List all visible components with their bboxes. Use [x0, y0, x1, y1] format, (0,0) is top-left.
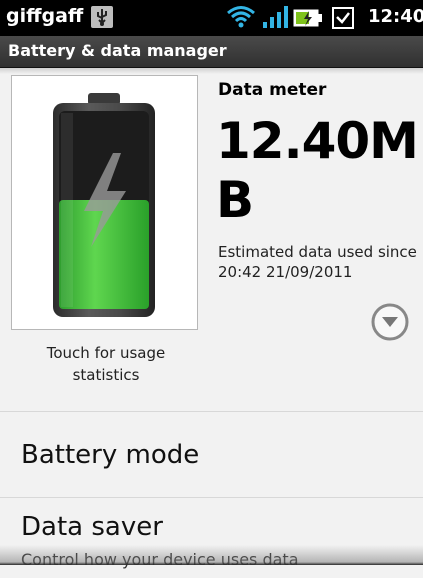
status-bar: giffgaff 12:40: [0, 0, 423, 36]
data-meter-heading: Data meter: [218, 80, 327, 100]
data-saver-label: Data saver: [21, 512, 163, 542]
battery-usage-card[interactable]: [11, 75, 198, 330]
title-bar: Battery & data manager: [0, 36, 423, 68]
notification-check-icon: [332, 7, 354, 29]
battery-icon: [53, 93, 155, 317]
signal-icon: [263, 6, 288, 28]
usage-statistics-caption[interactable]: Touch for usage statistics: [11, 342, 201, 386]
carrier-name: giffgaff: [6, 5, 84, 27]
wifi-icon: [227, 6, 255, 28]
battery-mode-item[interactable]: Battery mode: [0, 412, 423, 492]
usb-icon: [91, 6, 113, 28]
data-meter-value: 12.40MB: [216, 112, 419, 229]
battery-charging-icon: [293, 9, 322, 27]
clock: 12:40: [368, 6, 423, 27]
data-meter-note: Estimated data used since 20:42 21/09/20…: [218, 243, 417, 281]
expand-chevron-icon[interactable]: [370, 302, 410, 342]
battery-mode-label: Battery mode: [21, 440, 200, 470]
title-shadow: [0, 68, 423, 74]
data-saver-item[interactable]: Data saver Control how your device uses …: [0, 498, 423, 578]
page-title: Battery & data manager: [8, 41, 227, 60]
scroll-fade: [0, 545, 423, 565]
